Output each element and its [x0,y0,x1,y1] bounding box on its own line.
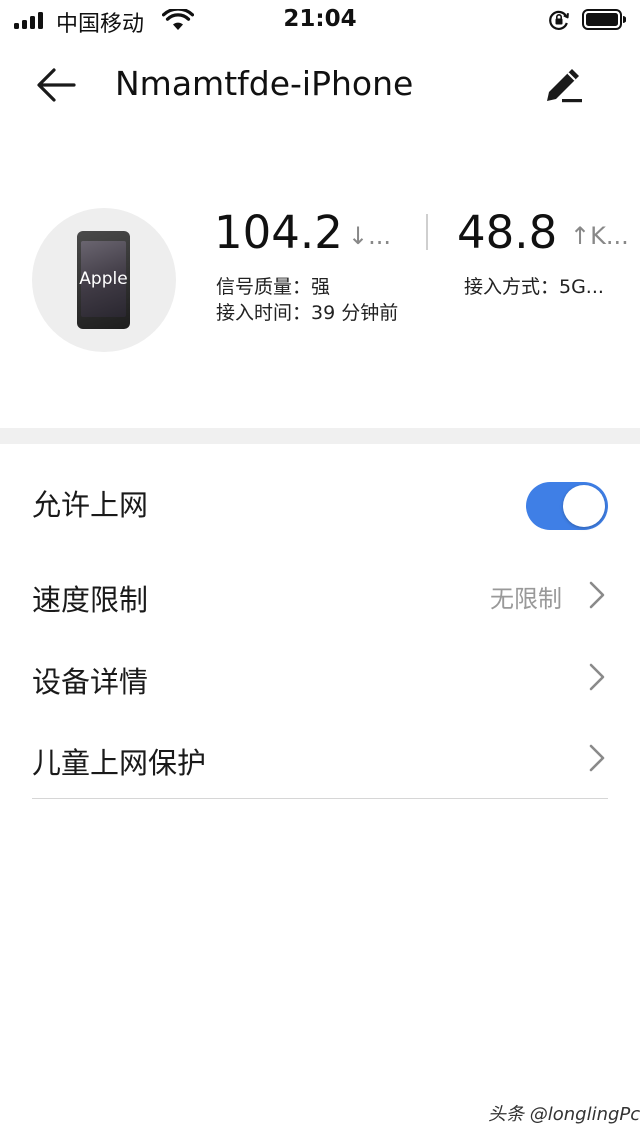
section-separator [0,428,640,444]
device-details-row[interactable]: 设备详情 [32,637,608,717]
speed-limit-label: 速度限制 [32,583,149,617]
device-details-label: 设备详情 [32,665,149,699]
speed-limit-value: 无限制 [490,585,562,613]
status-time: 21:04 [283,6,357,32]
allow-internet-toggle[interactable] [526,482,608,530]
pencil-icon[interactable] [540,62,586,108]
signal-quality-text: 信号质量：强 [216,276,331,298]
allow-internet-label: 允许上网 [32,488,149,522]
chevron-right-icon [589,744,605,772]
access-mode-text: 接入方式：5G... [464,276,604,298]
arrow-left-icon[interactable] [32,62,80,108]
toggle-knob [563,485,605,527]
orientation-lock-icon [549,10,569,30]
battery-icon [582,9,626,30]
allow-internet-row: 允许上网 [32,460,608,540]
access-time-text: 接入时间：39 分钟前 [216,302,399,324]
child-protection-label: 儿童上网保护 [32,746,207,780]
status-bar: 中国移动 21:04 [0,0,640,40]
speed-divider [426,214,428,250]
child-protection-row[interactable]: 儿童上网保护 [32,718,608,798]
chevron-right-icon [589,581,605,609]
download-speed-value: 104.2 [214,206,343,259]
nav-bar: Nmamtfde-iPhone [0,50,640,120]
page-title: Nmamtfde-iPhone [115,64,414,103]
device-avatar: Apple [32,208,176,352]
chevron-right-icon [589,663,605,691]
phone-image: Apple [77,231,130,329]
upload-speed-value: 48.8 [457,206,558,259]
download-speed-unit: ↓... [348,222,391,250]
list-bottom-divider [32,798,608,799]
watermark: 头条 @longlingPc [488,1104,640,1125]
avatar-brand-label: Apple [79,269,128,289]
speed-limit-row[interactable]: 速度限制 无限制 [32,555,608,635]
upload-speed-unit: ↑K... [570,222,629,250]
